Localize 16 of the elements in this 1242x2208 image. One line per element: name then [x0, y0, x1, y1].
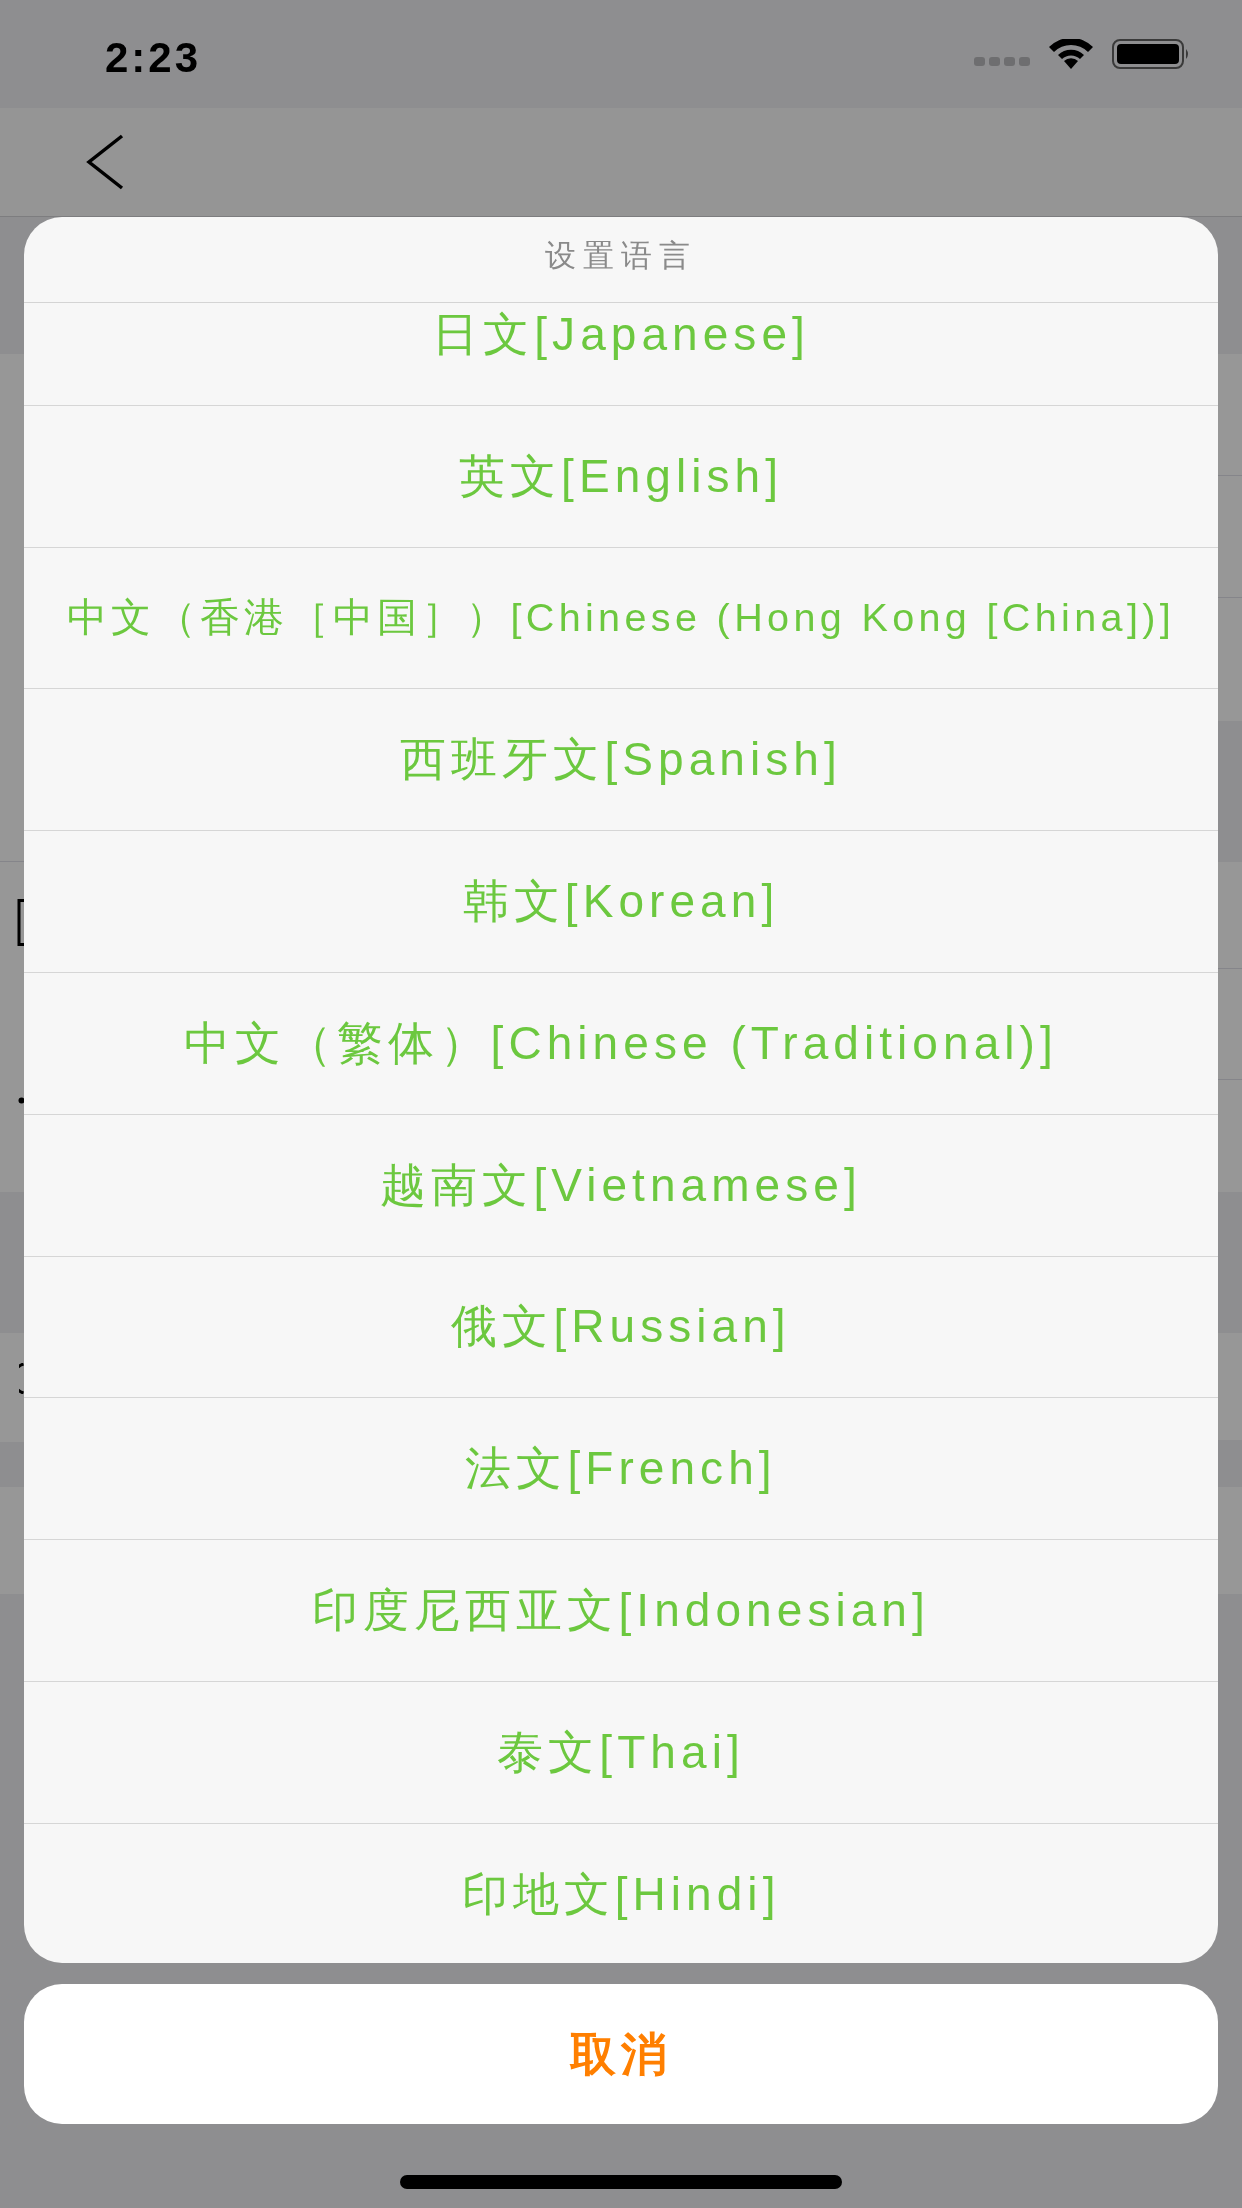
status-time: 2:23: [105, 37, 202, 79]
battery-icon: [1112, 39, 1190, 69]
language-option[interactable]: 日文[Japanese]: [24, 303, 1218, 406]
bracket-icon: [17, 899, 24, 946]
language-option[interactable]: 法文[French]: [24, 1398, 1218, 1541]
back-icon[interactable]: [86, 134, 124, 190]
language-option[interactable]: 西班牙文[Spanish]: [24, 689, 1218, 832]
language-option[interactable]: 韩文[Korean]: [24, 831, 1218, 973]
signal-icon: [974, 56, 1030, 66]
language-option[interactable]: 印地文[Hindi]: [24, 1823, 1218, 1963]
sheet-title: 设置语言: [545, 238, 697, 273]
language-option[interactable]: 俄文[Russian]: [24, 1256, 1218, 1399]
cancel-button[interactable]: 取消: [24, 1984, 1218, 2124]
language-option[interactable]: 泰文[Thai]: [24, 1681, 1218, 1824]
language-option[interactable]: 越南文[Vietnamese]: [24, 1114, 1218, 1257]
language-option[interactable]: 印度尼西亚文[Indonesian]: [24, 1540, 1218, 1682]
